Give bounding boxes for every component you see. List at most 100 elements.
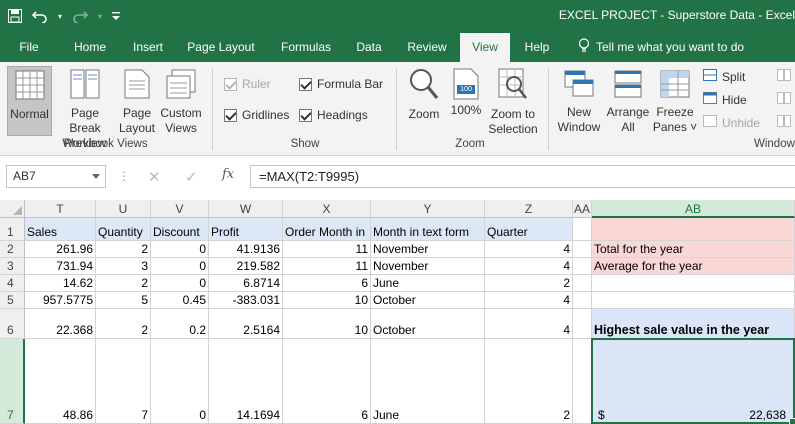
column-header-z[interactable]: Z	[485, 200, 573, 218]
custom-views-button[interactable]: Custom Views	[158, 66, 204, 136]
zoom-100-button[interactable]: 100 100%	[448, 66, 484, 118]
tab-review[interactable]: Review	[402, 32, 452, 62]
table-cell[interactable]	[573, 258, 592, 275]
name-box[interactable]: AB7	[6, 165, 106, 188]
table-cell[interactable]	[592, 292, 795, 309]
table-cell[interactable]: 4	[485, 241, 573, 258]
table-cell[interactable]	[573, 241, 592, 258]
arrange-all-button[interactable]: Arrange All	[604, 66, 652, 135]
zoom-button[interactable]: Zoom	[404, 66, 444, 122]
table-header-cell[interactable]: Quantity	[96, 218, 151, 241]
table-cell[interactable]: -383.031	[209, 292, 283, 309]
table-cell[interactable]	[573, 292, 592, 309]
tab-file[interactable]: File	[9, 32, 49, 62]
formula-bar-checkbox[interactable]: Formula Bar	[299, 77, 383, 91]
table-cell[interactable]: 6	[283, 275, 371, 292]
table-cell[interactable]: 48.86	[25, 339, 96, 424]
chevron-down-icon[interactable]	[92, 174, 100, 179]
column-header-v[interactable]: V	[151, 200, 209, 218]
new-window-button[interactable]: New Window	[555, 66, 603, 135]
redo-icon[interactable]	[72, 9, 89, 23]
table-cell[interactable]: June	[371, 339, 485, 424]
table-cell[interactable]: 4	[485, 309, 573, 339]
table-header-cell[interactable]: Month in text form	[371, 218, 485, 241]
save-icon[interactable]	[8, 9, 22, 23]
total-for-year-cell[interactable]: Total for the year	[592, 241, 795, 258]
table-cell[interactable]: June	[371, 275, 485, 292]
tab-view[interactable]: View	[460, 33, 510, 62]
table-cell[interactable]: 11	[283, 258, 371, 275]
table-cell[interactable]: 2	[96, 241, 151, 258]
normal-view-button[interactable]: Normal	[7, 66, 52, 136]
table-cell[interactable]	[573, 339, 592, 424]
reset-window-position-icon[interactable]	[777, 115, 791, 127]
column-header-ab[interactable]: AB	[592, 200, 795, 218]
row-header-5[interactable]: 5	[0, 292, 25, 309]
table-cell[interactable]: 0	[151, 241, 209, 258]
customize-toolbar-icon[interactable]	[112, 11, 121, 21]
table-cell[interactable]	[573, 309, 592, 339]
table-cell[interactable]: 3	[96, 258, 151, 275]
row-header-7[interactable]: 7	[0, 339, 25, 424]
select-all-button[interactable]	[0, 200, 25, 218]
table-cell[interactable]: 22.368	[25, 309, 96, 339]
table-header-cell[interactable]: Order Month in	[283, 218, 371, 241]
table-cell[interactable]: 4	[485, 292, 573, 309]
highest-sale-label-cell[interactable]: Highest sale value in the year	[592, 309, 795, 339]
column-header-w[interactable]: W	[209, 200, 283, 218]
table-cell[interactable]: 2	[96, 275, 151, 292]
row-header-4[interactable]: 4	[0, 275, 25, 292]
table-cell[interactable]: 4	[485, 258, 573, 275]
column-header-x[interactable]: X	[283, 200, 371, 218]
table-cell[interactable]: November	[371, 241, 485, 258]
row-header-1[interactable]: 1	[0, 218, 25, 241]
zoom-to-selection-button[interactable]: Zoom to Selection	[486, 66, 540, 137]
table-cell[interactable]: 5	[96, 292, 151, 309]
insert-function-icon[interactable]: fx	[222, 167, 234, 182]
undo-dropdown-icon[interactable]: ▾	[58, 12, 62, 21]
table-header-cell[interactable]: Discount	[151, 218, 209, 241]
tab-formulas[interactable]: Formulas	[275, 32, 337, 62]
table-cell[interactable]	[592, 218, 795, 241]
undo-icon[interactable]	[32, 9, 48, 23]
table-cell[interactable]: November	[371, 258, 485, 275]
cancel-icon[interactable]: ✕	[148, 168, 161, 186]
average-for-year-cell[interactable]: Average for the year	[592, 258, 795, 275]
table-cell[interactable]: October	[371, 309, 485, 339]
column-header-aa[interactable]: AA	[573, 200, 592, 218]
view-side-by-side-icon[interactable]	[777, 69, 791, 81]
table-cell[interactable]: 6	[283, 339, 371, 424]
table-cell[interactable]: 0	[151, 258, 209, 275]
column-header-t[interactable]: T	[25, 200, 96, 218]
table-cell[interactable]: 0	[151, 339, 209, 424]
table-header-cell[interactable]: Profit	[209, 218, 283, 241]
synchronous-scrolling-icon[interactable]	[777, 92, 791, 104]
row-header-2[interactable]: 2	[0, 241, 25, 258]
table-cell[interactable]	[592, 275, 795, 292]
tab-data[interactable]: Data	[350, 32, 388, 62]
table-cell[interactable]: 0.2	[151, 309, 209, 339]
split-button[interactable]: Split	[703, 69, 745, 84]
table-cell[interactable]: 41.9136	[209, 241, 283, 258]
table-cell[interactable]	[573, 218, 592, 241]
table-cell[interactable]: 957.5775	[25, 292, 96, 309]
table-cell[interactable]: 731.94	[25, 258, 96, 275]
table-cell[interactable]: 10	[283, 292, 371, 309]
table-cell[interactable]: 0.45	[151, 292, 209, 309]
table-cell[interactable]: 261.96	[25, 241, 96, 258]
tab-help[interactable]: Help	[518, 32, 556, 62]
table-cell[interactable]	[573, 275, 592, 292]
table-cell[interactable]: 2	[485, 339, 573, 424]
tab-insert[interactable]: Insert	[127, 32, 169, 62]
table-cell[interactable]: 219.582	[209, 258, 283, 275]
column-header-y[interactable]: Y	[371, 200, 485, 218]
tab-home[interactable]: Home	[68, 32, 112, 62]
enter-icon[interactable]: ✓	[185, 168, 198, 186]
table-cell[interactable]: 2	[485, 275, 573, 292]
redo-dropdown-icon[interactable]: ▾	[98, 12, 102, 21]
table-cell[interactable]: 14.1694	[209, 339, 283, 424]
ruler-checkbox[interactable]: Ruler	[224, 77, 271, 91]
highest-sale-value-cell[interactable]: $22,638	[592, 339, 795, 424]
row-header-3[interactable]: 3	[0, 258, 25, 275]
tell-me-search[interactable]: Tell me what you want to do	[578, 32, 744, 62]
